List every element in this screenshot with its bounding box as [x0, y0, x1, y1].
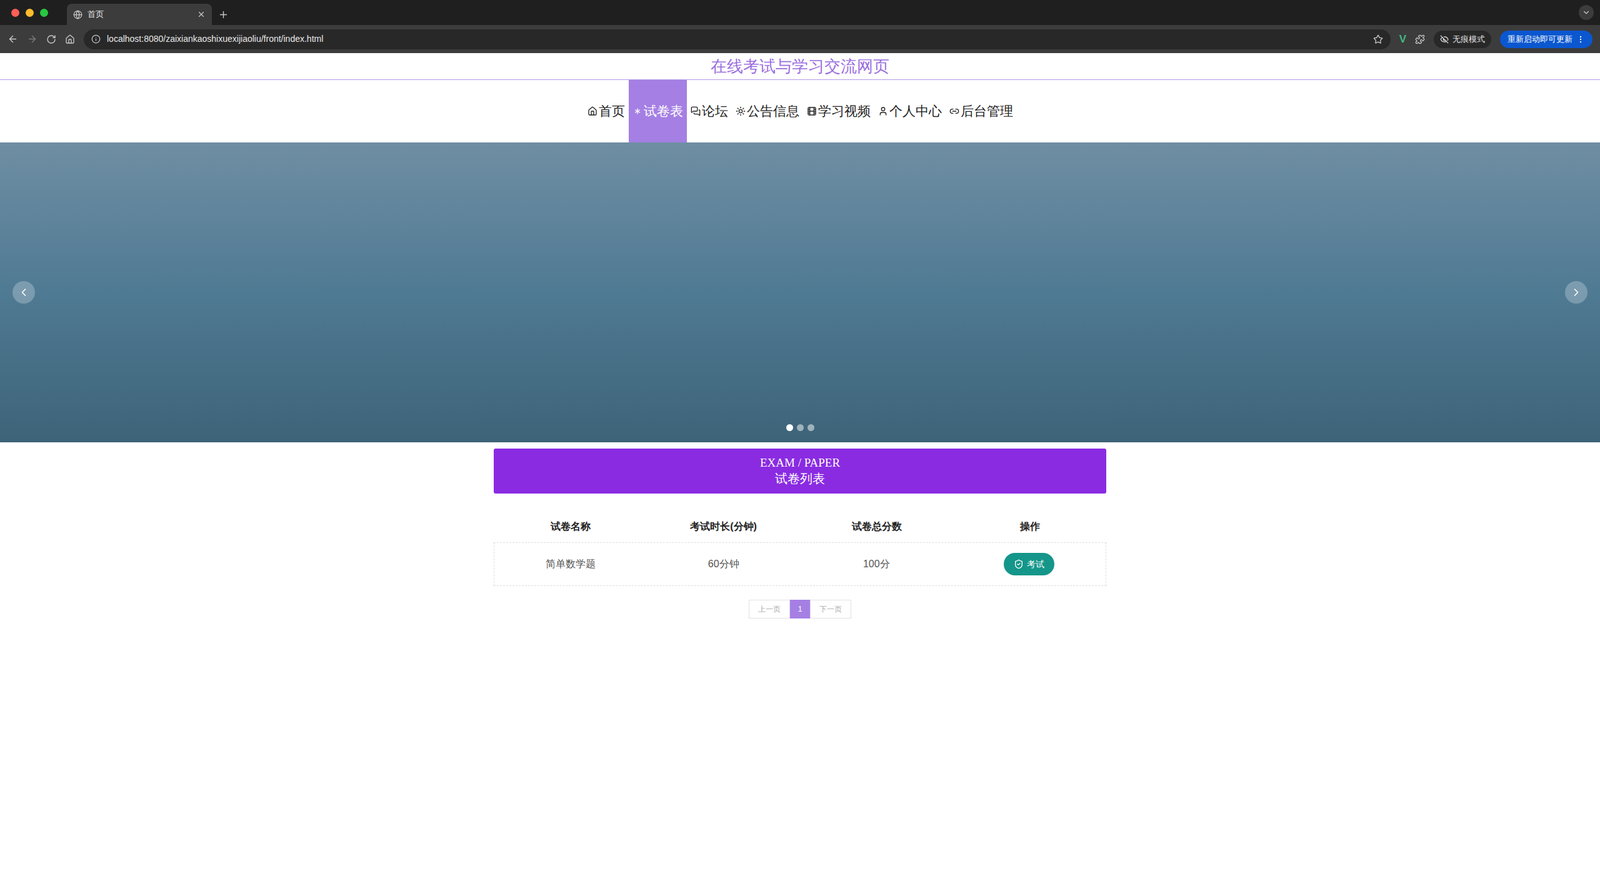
home-icon [587, 106, 598, 117]
close-dot-icon[interactable] [11, 8, 20, 17]
tab-title: 首页 [87, 8, 192, 21]
pagination: 上一页1下一页 [493, 600, 1107, 619]
url-text: localhost:8080/zaixiankaoshixuexijiaoliu… [106, 32, 1367, 46]
nav-item[interactable]: 后台管理 [945, 80, 1017, 143]
table-header: 试卷名称考试时长(分钟)试卷总分数操作 [493, 511, 1107, 543]
chevron-down-icon [1581, 8, 1591, 17]
nav-item[interactable]: 个人中心 [874, 80, 946, 143]
page-button[interactable]: 1 [790, 600, 811, 619]
bookmark-icon[interactable] [1373, 34, 1384, 45]
next-page-button[interactable]: 下一页 [810, 600, 852, 619]
zoom-dot-icon[interactable] [40, 8, 49, 17]
page: 在线考试与学习交流网页首页试卷表论坛公告信息学习视频个人中心后台管理 EXAM /… [0, 53, 1600, 619]
back-icon[interactable] [7, 33, 19, 45]
browser-tab[interactable]: 首页 [66, 3, 212, 25]
chevron-left-icon [17, 286, 30, 299]
home-icon[interactable] [65, 34, 75, 45]
user-icon [878, 106, 889, 117]
notice-icon [735, 106, 746, 117]
paper-table: 试卷名称考试时长(分钟)试卷总分数操作简单数学题60分钟100分考试 [493, 511, 1107, 587]
column-header: 试卷总分数 [800, 519, 954, 535]
site-header: 在线考试与学习交流网页 [0, 53, 1600, 80]
nav-bar: 首页试卷表论坛公告信息学习视频个人中心后台管理 [0, 80, 1600, 143]
paper-icon [632, 106, 643, 117]
extension-badge[interactable]: V [1399, 31, 1407, 48]
update-chip[interactable]: 重新启动即可更新 [1500, 30, 1593, 49]
banner-dot[interactable] [796, 424, 804, 432]
banner-prev-button[interactable] [12, 281, 35, 304]
extensions-icon[interactable] [1415, 34, 1425, 45]
table-row: 简单数学题60分钟100分考试 [493, 542, 1107, 587]
video-icon [806, 106, 817, 117]
globe-icon [73, 10, 83, 20]
tab-bar: 首页 [0, 0, 1600, 25]
close-tab-icon[interactable] [196, 10, 206, 19]
tab-search-button[interactable] [1578, 5, 1594, 20]
minimize-dot-icon[interactable] [25, 8, 34, 17]
site-title: 在线考试与学习交流网页 [710, 56, 890, 76]
shield-check-icon [1013, 559, 1024, 570]
toolbar: localhost:8080/zaixiankaoshixuexijiaoliu… [0, 25, 1600, 54]
banner-dot[interactable] [807, 424, 815, 432]
banner-dot[interactable] [786, 424, 794, 432]
window-controls [11, 0, 49, 25]
info-icon [91, 34, 101, 44]
admin-icon [949, 106, 960, 117]
column-header: 操作 [953, 519, 1107, 535]
banner-next-button[interactable] [1565, 281, 1588, 304]
nav-item[interactable]: 首页 [583, 80, 629, 143]
forward-icon[interactable] [26, 33, 38, 45]
nav-item[interactable]: 学习视频 [803, 80, 875, 143]
incognito-chip[interactable]: 无痕模式 [1433, 30, 1492, 49]
address-field[interactable]: localhost:8080/zaixiankaoshixuexijiaoliu… [83, 29, 1391, 50]
browser-window: 首页 localhost:8080/zaixiankaoshixuexijiaol… [0, 0, 1600, 884]
nav-item[interactable]: 公告信息 [731, 80, 804, 143]
incognito-icon [1440, 35, 1449, 44]
banner-dots [0, 424, 1600, 432]
exam-button[interactable]: 考试 [1003, 553, 1055, 576]
nav-item[interactable]: 论坛 [686, 80, 732, 143]
reload-icon[interactable] [46, 34, 57, 45]
menu-icon [1576, 35, 1585, 44]
chevron-right-icon [1570, 286, 1583, 299]
section-heading: EXAM / PAPER试卷列表 [493, 448, 1107, 494]
column-header: 试卷名称 [493, 519, 647, 535]
forum-icon [690, 106, 701, 117]
column-header: 考试时长(分钟) [646, 519, 800, 535]
banner [0, 142, 1600, 443]
new-tab-icon[interactable] [218, 9, 229, 20]
nav-item[interactable]: 试卷表 [628, 80, 687, 143]
prev-page-button[interactable]: 上一页 [748, 600, 790, 619]
